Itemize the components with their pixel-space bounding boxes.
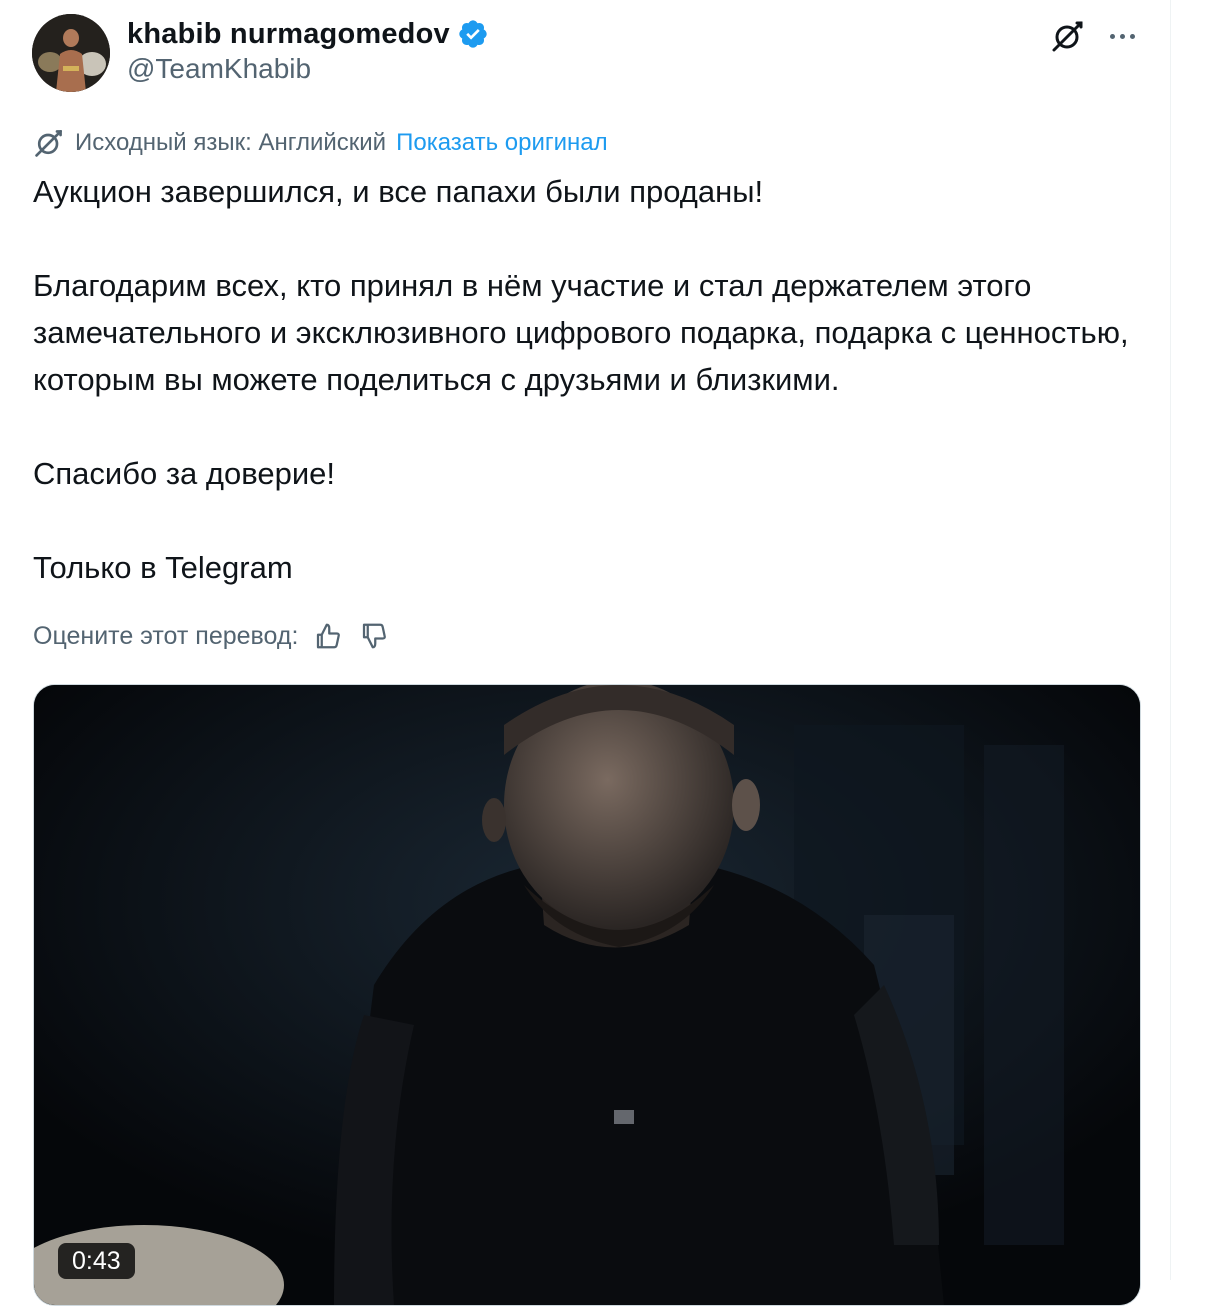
video-player[interactable]	[33, 684, 1141, 1306]
video-duration-badge: 0:43	[58, 1243, 135, 1279]
tweet-paragraph: Только в Telegram	[33, 550, 293, 585]
rate-translation: Оцените этот перевод:	[33, 616, 390, 656]
author-display-name[interactable]: khabib nurmagomedov	[127, 18, 450, 51]
more-options-button[interactable]	[1100, 16, 1144, 56]
column-border	[1170, 0, 1171, 1280]
translation-notice: Исходный язык: Английский Показать ориги…	[33, 124, 608, 162]
thumbs-down-button[interactable]	[358, 620, 390, 652]
author-name-row[interactable]: khabib nurmagomedov	[127, 14, 489, 54]
avatar-photo-icon	[32, 14, 110, 92]
more-dots-icon	[1129, 33, 1135, 39]
avatar[interactable]	[32, 14, 110, 92]
thumbs-up-button[interactable]	[312, 620, 344, 652]
video-thumbnail	[34, 685, 1140, 1305]
rate-translation-label: Оцените этот перевод:	[33, 621, 299, 650]
tweet-paragraph: Аукцион завершился, и все папахи были пр…	[33, 174, 764, 209]
tweet-paragraph: Спасибо за доверие!	[33, 456, 336, 491]
more-dots-icon	[1119, 33, 1125, 39]
author-handle[interactable]: @TeamKhabib	[127, 53, 311, 85]
show-original-link[interactable]: Показать оригинал	[396, 129, 608, 157]
grok-button[interactable]	[1048, 16, 1088, 56]
thumbs-up-icon	[317, 623, 341, 649]
translate-icon	[35, 130, 62, 157]
tweet-text: Аукцион завершился, и все папахи были пр…	[33, 168, 1143, 591]
source-language-label: Исходный язык: Английский	[75, 129, 387, 156]
tweet-paragraph: Благодарим всех, кто принял в нём участи…	[33, 268, 1129, 397]
verified-badge-icon[interactable]	[457, 18, 489, 50]
thumbs-down-icon	[363, 623, 387, 649]
more-dots-icon	[1109, 33, 1115, 39]
grok-icon	[1052, 21, 1083, 52]
